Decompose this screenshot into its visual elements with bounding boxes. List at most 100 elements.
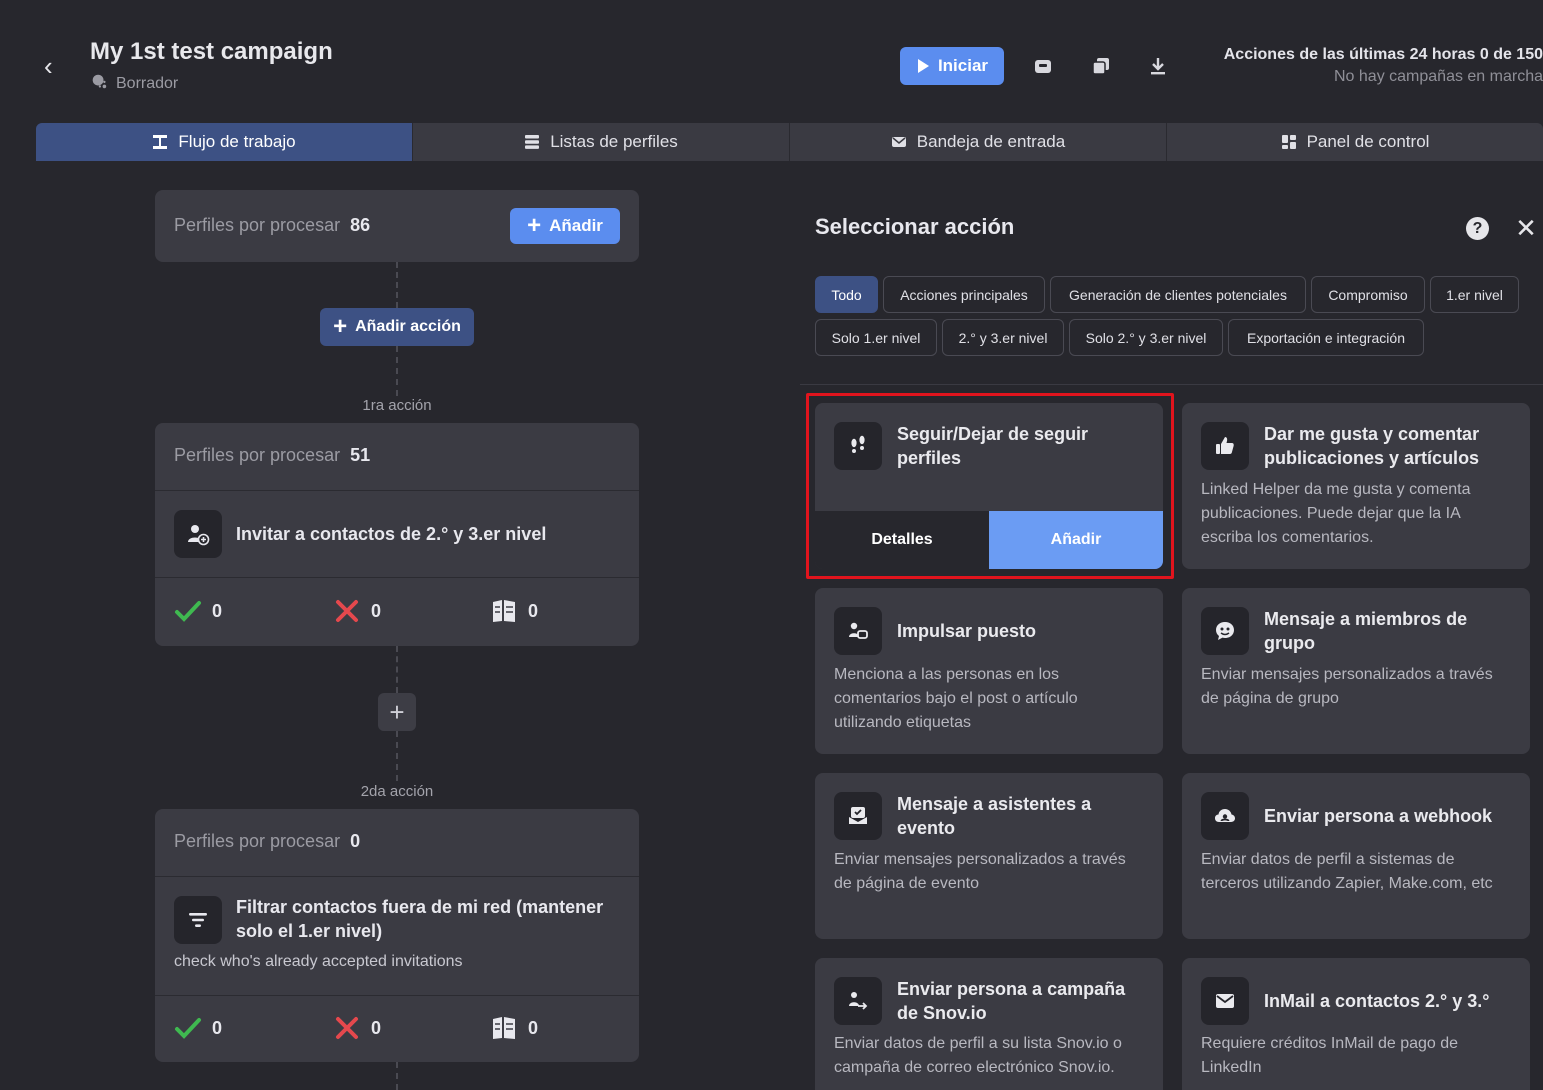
back-arrow-icon[interactable]: ‹: [44, 52, 68, 80]
play-icon: [917, 59, 929, 73]
connector-line: [396, 262, 398, 308]
workflow-icon: [153, 135, 168, 149]
action-card-filter[interactable]: Perfiles por procesar 0 Filtrar contacto…: [155, 809, 639, 1062]
filter-chip-1st-level[interactable]: 1.er nivel: [1430, 276, 1519, 313]
success-stat: 0: [174, 597, 222, 625]
filter-chip-main[interactable]: Acciones principales: [883, 276, 1045, 313]
tab-workflow[interactable]: Flujo de trabajo: [36, 123, 413, 161]
check-icon: [175, 601, 201, 622]
skip-flag-icon: [493, 600, 515, 622]
invite-person-icon: [174, 510, 222, 558]
envelope-icon: [1201, 977, 1249, 1025]
action-option-follow[interactable]: Seguir/Dejar de seguir perfiles Detalles…: [815, 403, 1163, 569]
action-option-boost-post[interactable]: Impulsar puesto Menciona a las personas …: [815, 588, 1163, 754]
tab-label: Listas de perfiles: [550, 132, 678, 151]
action-option-title: InMail a contactos 2.° y 3.°: [1264, 991, 1490, 1011]
divider: [155, 995, 639, 996]
filter-chip-2nd-3rd[interactable]: 2.° y 3.er nivel: [942, 319, 1064, 356]
plus-icon: +: [527, 212, 542, 239]
profiles-count: 86: [350, 215, 371, 235]
profiles-to-process: Perfiles por procesar 0: [174, 831, 361, 851]
person-send-icon: [834, 977, 882, 1025]
action-option-title: Enviar persona a webhook: [1264, 806, 1493, 826]
action-option-group-message[interactable]: Mensaje a miembros de grupo Enviar mensa…: [1182, 588, 1530, 754]
success-stat: 0: [174, 1014, 222, 1042]
plus-icon: +: [333, 313, 348, 340]
filter-chip-only-1st[interactable]: Solo 1.er nivel: [815, 319, 937, 356]
status-label: Borrador: [116, 74, 179, 92]
thumbs-up-icon: [1201, 422, 1249, 470]
help-icon[interactable]: ?: [1466, 217, 1489, 240]
group-chat-icon: [1201, 607, 1249, 655]
action-option-desc: Menciona a las personas en los comentari…: [834, 666, 1078, 731]
running-campaigns-note: No hay campañas en marcha: [1334, 68, 1543, 85]
panel-title: Seleccionar acción: [815, 214, 1015, 239]
tab-profile-lists[interactable]: Listas de perfiles: [413, 123, 790, 161]
skipped-stat: 0: [490, 1014, 538, 1042]
download-icon[interactable]: [1146, 54, 1170, 78]
action-option-inmail[interactable]: InMail a contactos 2.° y 3.° Requiere cr…: [1182, 958, 1530, 1090]
actions-quota: Acciones de las últimas 24 horas 0 de 15…: [1223, 46, 1543, 63]
connector-line: [396, 346, 398, 396]
filter-chip-only-2nd-3rd[interactable]: Solo 2.° y 3.er nivel: [1069, 319, 1223, 356]
duplicate-icon[interactable]: [1089, 54, 1113, 78]
action-option-desc: Linked Helper da me gusta y comenta publ…: [1201, 481, 1471, 546]
add-profiles-button[interactable]: + Añadir: [510, 208, 620, 244]
start-button[interactable]: Iniciar: [900, 47, 1004, 85]
action-option-desc: Enviar datos de perfil a sistemas de ter…: [1201, 851, 1493, 892]
action-option-title: Enviar persona a campaña de Snov.io: [897, 979, 1126, 1023]
profiles-count: 0: [350, 831, 361, 851]
filter-icon: [174, 896, 222, 944]
filter-chip-engagement[interactable]: Compromiso: [1311, 276, 1425, 313]
tab-inbox[interactable]: Bandeja de entrada: [790, 123, 1167, 161]
failed-stat: 0: [333, 597, 381, 625]
action-option-desc: Enviar mensajes personalizados a través …: [834, 851, 1126, 892]
connector-line: [396, 731, 398, 781]
cross-icon: [336, 600, 358, 622]
add-action-option-button[interactable]: Añadir: [989, 511, 1163, 569]
filter-chip-leadgen[interactable]: Generación de clientes potenciales: [1050, 276, 1306, 313]
profiles-to-process: Perfiles por procesar 86: [174, 215, 371, 235]
action-card-invite[interactable]: Perfiles por procesar 51 Invitar a conta…: [155, 423, 639, 646]
action-option-event-message[interactable]: Mensaje a asistentes a evento Enviar men…: [815, 773, 1163, 939]
start-label: Iniciar: [937, 56, 989, 75]
profiles-count: 51: [350, 445, 371, 465]
tab-label: Panel de control: [1306, 132, 1430, 151]
archive-icon[interactable]: [1031, 54, 1055, 78]
action-option-title: Mensaje a miembros de grupo: [1264, 609, 1468, 653]
add-action-button[interactable]: + Añadir acción: [320, 308, 474, 346]
main-tabs: Flujo de trabajo Listas de perfiles Band…: [36, 123, 1543, 161]
filter-chip-all[interactable]: Todo: [815, 276, 878, 313]
action-name: Invitar a contactos de 2.° y 3.er nivel: [236, 524, 547, 544]
boost-icon: [834, 607, 882, 655]
webhook-icon: [1201, 792, 1249, 840]
campaign-status: Borrador: [90, 72, 178, 95]
action-option-desc: Requiere créditos InMail de pago de Link…: [1201, 1035, 1459, 1076]
action-option-desc: Enviar datos de perfil a su lista Snov.i…: [834, 1035, 1122, 1076]
insert-action-button[interactable]: +: [378, 693, 416, 731]
action-option-webhook[interactable]: Enviar persona a webhook Enviar datos de…: [1182, 773, 1530, 939]
panel-separator: [800, 384, 1543, 385]
campaign-title: My 1st test campaign: [90, 38, 333, 65]
filter-chip-export[interactable]: Exportación e integración: [1228, 319, 1424, 356]
draft-status-icon: [90, 72, 108, 95]
cross-icon: [336, 1017, 358, 1039]
action-option-title: Dar me gusta y comentar publicaciones y …: [1264, 424, 1480, 468]
divider: [155, 876, 639, 877]
divider: [155, 577, 639, 578]
step-label: 2da acción: [360, 783, 434, 800]
tab-dashboard[interactable]: Panel de control: [1167, 123, 1543, 161]
event-message-icon: [834, 792, 882, 840]
profiles-to-process: Perfiles por procesar 51: [174, 445, 371, 465]
details-button[interactable]: Detalles: [815, 511, 989, 569]
action-option-snovio[interactable]: Enviar persona a campaña de Snov.io Envi…: [815, 958, 1163, 1090]
skipped-stat: 0: [490, 597, 538, 625]
add-action-label: Añadir acción: [355, 318, 461, 335]
action-note: check who's already accepted invitations: [174, 953, 463, 970]
close-icon[interactable]: ✕: [1514, 215, 1538, 241]
connector-line: [396, 646, 398, 693]
failed-stat: 0: [333, 1014, 381, 1042]
tab-label: Flujo de trabajo: [178, 132, 296, 151]
action-option-like-comment[interactable]: Dar me gusta y comentar publicaciones y …: [1182, 403, 1530, 569]
list-icon: [525, 135, 540, 149]
